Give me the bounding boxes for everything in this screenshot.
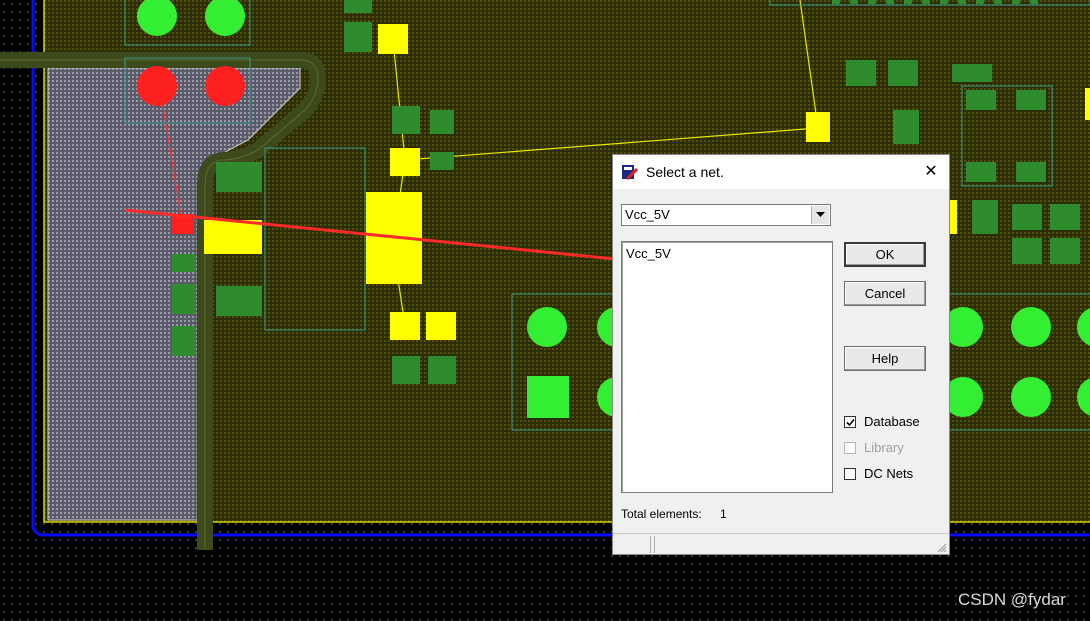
database-label: Database (864, 414, 920, 429)
list-item[interactable]: Vcc_5V (626, 246, 671, 261)
chevron-down-icon[interactable] (811, 206, 829, 224)
app-icon (622, 165, 639, 181)
total-elements-label: Total elements: (621, 507, 702, 521)
resize-grip-icon[interactable] (935, 541, 947, 553)
net-combobox-value: Vcc_5V (625, 207, 670, 222)
cancel-button[interactable]: Cancel (844, 281, 926, 306)
status-bar (613, 533, 949, 555)
net-listbox[interactable]: Vcc_5V (621, 241, 833, 493)
selected-pad (137, 66, 177, 106)
checkbox-box[interactable] (844, 467, 856, 480)
help-button[interactable]: Help (844, 346, 926, 371)
library-checkbox[interactable]: Library (844, 440, 904, 455)
status-pane (654, 536, 945, 553)
selected-pad (205, 66, 245, 106)
top-pad-row-yellow (1085, 88, 1090, 120)
dialog-titlebar[interactable]: Select a net. ✕ (613, 155, 949, 189)
watermark: CSDN @fydar (958, 590, 1066, 609)
dc-nets-checkbox[interactable]: DC Nets (844, 466, 913, 481)
dc-nets-label: DC Nets (864, 466, 914, 481)
total-elements-value: 1 (720, 507, 727, 521)
net-combobox[interactable]: Vcc_5V (621, 204, 831, 226)
library-label: Library (864, 440, 904, 455)
database-checkbox[interactable]: Database (844, 414, 920, 429)
dialog-title: Select a net. (646, 164, 724, 180)
status-pane (613, 536, 651, 553)
ok-button[interactable]: OK (844, 242, 926, 267)
close-icon[interactable]: ✕ (921, 162, 941, 182)
select-net-dialog[interactable]: Select a net. ✕ Vcc_5V Vcc_5V OK Cancel … (612, 154, 950, 555)
checkbox-box[interactable] (844, 415, 856, 428)
checkbox-box[interactable] (844, 441, 856, 454)
